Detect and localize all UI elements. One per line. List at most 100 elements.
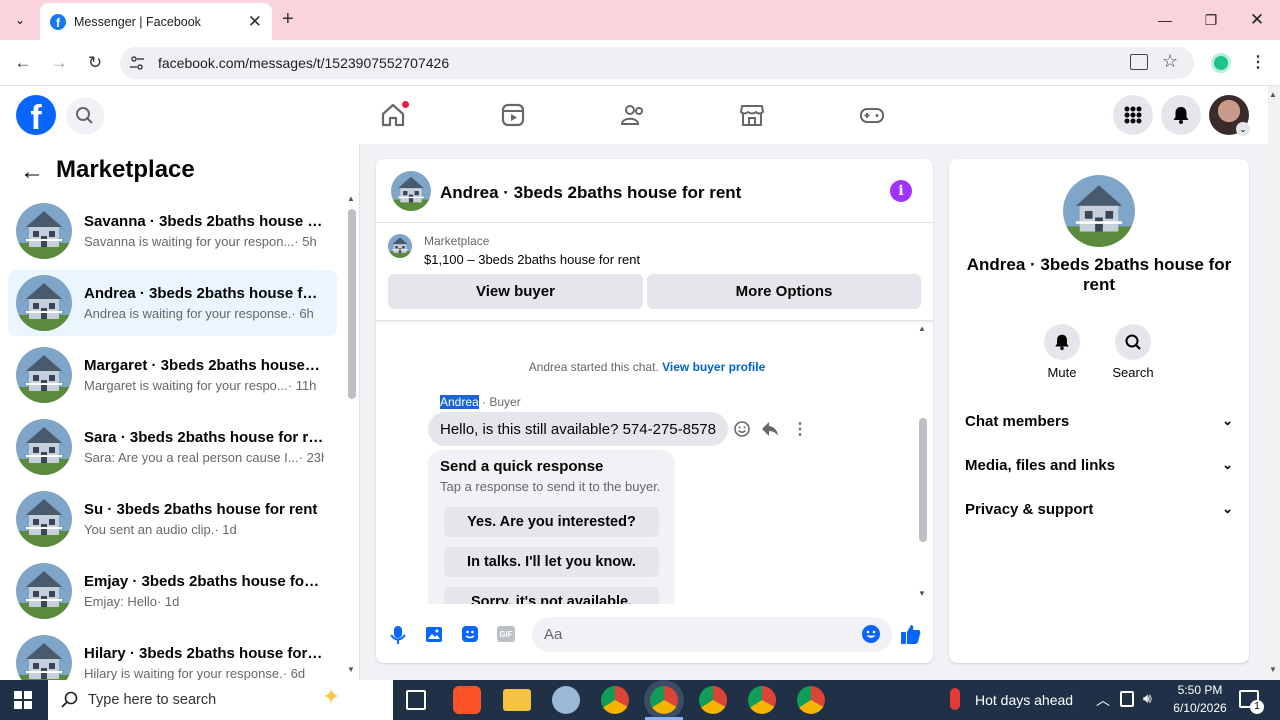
install-app-icon[interactable] [1130,54,1148,70]
quick-reply-button[interactable]: Yes. Are you interested? [444,507,659,537]
clock-date[interactable]: 6/10/2026 [1166,701,1234,715]
gaming-nav-icon[interactable] [857,100,887,130]
extension-icon[interactable] [1211,53,1231,73]
mute-button[interactable] [1044,324,1080,360]
chat-list-scrollbar[interactable] [348,209,356,399]
forward-icon[interactable]: → [47,51,71,75]
conversation-info-button[interactable]: i [890,180,912,202]
restore-icon[interactable]: ❐ [1199,8,1223,32]
notifications-button[interactable] [1161,95,1201,135]
account-chevron-icon[interactable]: ⌄ [1236,122,1250,136]
chrome-profile-icon[interactable] [748,686,776,714]
volume-icon[interactable]: 🔊︎ [1143,690,1152,707]
reply-icon[interactable] [760,419,780,439]
clock-time[interactable]: 5:50 PM [1172,683,1228,697]
chat-list-item[interactable]: Margaret · 3beds 2baths house f... Margar… [8,342,337,408]
minimize-icon[interactable]: — [1153,8,1177,32]
more-options-button[interactable]: More Options [647,274,921,309]
page-scrollbar[interactable] [1268,86,1280,680]
tray-chevron-icon[interactable]: ︿ [1096,690,1110,710]
sticker-icon[interactable] [460,624,480,644]
quick-reply-button[interactable]: In talks. I'll let you know. [444,547,659,577]
chat-text: Savanna · 3beds 2baths house f... Savanna… [84,213,324,249]
marketplace-nav-icon[interactable] [737,100,767,130]
chevron-down-icon: ⌄ [1222,501,1233,516]
video-nav-icon[interactable] [498,100,528,130]
chat-time: · 23h [298,450,324,465]
message-more-icon[interactable]: ⋮ [792,419,808,439]
tab-list-button[interactable]: ⌄ [8,10,32,30]
listing-thumbnail[interactable] [388,234,412,258]
weather-text[interactable]: Hot days ahead [975,692,1073,708]
network-icon[interactable] [1120,691,1134,707]
quick-response-title: Send a quick response [440,458,604,475]
new-tab-button[interactable]: + [282,8,294,31]
brave-browser-icon[interactable] [453,686,481,714]
media-files-section[interactable]: Media, files and links ⌄ [965,450,1233,480]
back-arrow-icon[interactable]: ← [20,158,44,186]
message-bubble[interactable]: Hello, is this still available? 574-275-… [428,412,728,446]
bookmark-star-icon[interactable]: ☆ [1162,51,1178,72]
view-buyer-button[interactable]: View buyer [388,274,643,309]
taskbar-search-placeholder: Type here to search [88,692,217,708]
message-input[interactable]: Aa [532,617,892,652]
back-icon[interactable]: ← [11,51,35,75]
section-label: Chat members [965,412,1070,430]
quick-reply-button[interactable]: Sorry, it's not available. [444,587,659,604]
friends-nav-icon[interactable] [618,100,648,130]
close-tab-icon[interactable]: ✕ [248,12,262,32]
message-scrollbar[interactable] [919,418,927,542]
react-icon[interactable] [732,419,752,439]
menu-grid-button[interactable] [1113,95,1153,135]
browser-menu-icon[interactable]: ⋮ [1250,52,1266,72]
chrome-active-icon[interactable] [650,686,678,714]
chat-preview: Hilary is waiting for your response. [84,666,283,681]
address-bar[interactable]: facebook.com/messages/t/1523907552707426 [120,47,1194,79]
info-avatar[interactable] [1063,175,1135,247]
file-explorer-icon[interactable] [503,689,531,711]
view-buyer-profile-link[interactable]: View buyer profile [662,360,765,374]
voice-clip-icon[interactable] [388,624,408,646]
reload-icon[interactable]: ↻ [83,51,107,75]
chat-avatar [16,419,72,475]
chat-list-item[interactable]: Andrea · 3beds 2baths house for... Andrea… [8,270,337,336]
chat-list-item[interactable]: Su · 3beds 2baths house for rent You sent… [8,486,337,552]
chat-text: Su · 3beds 2baths house for rent You sent… [84,501,324,537]
site-info-icon[interactable] [128,54,146,72]
page-scroll-down-icon[interactable]: ▼ [1269,665,1277,674]
paint-app-icon[interactable] [552,686,580,714]
windows-start-icon[interactable] [14,691,32,709]
facebook-favicon-icon: f [50,13,66,30]
message-scroll-up-icon[interactable]: ▲ [918,324,926,333]
chat-list-item[interactable]: Sara · 3beds 2baths house for rent Sara: … [8,414,337,480]
gif-icon[interactable]: GIF [497,626,515,642]
photo-attach-icon[interactable] [424,624,444,644]
conversation-title[interactable]: Andrea · 3beds 2baths house for rent [440,183,741,203]
chrome-profile-u-icon[interactable] [601,686,629,714]
message-scroll-down-icon[interactable]: ▼ [918,589,926,598]
chrome-profile-icon[interactable] [699,686,727,714]
chat-members-section[interactable]: Chat members ⌄ [965,406,1233,436]
chat-preview: Savanna is waiting for your respon... [84,234,295,249]
quick-response-subtitle: Tap a response to send it to the buyer. [440,479,661,494]
search-conversation-button[interactable] [1115,324,1151,360]
chrome-profile-icon[interactable] [797,686,825,714]
window-close-icon[interactable]: ✕ [1245,8,1269,32]
taskbar-search-box[interactable]: Type here to search [48,680,393,720]
chat-preview-line: Margaret is waiting for your respo...· 1… [84,378,324,393]
scroll-up-icon[interactable]: ▲ [347,194,355,203]
task-view-icon[interactable] [406,690,426,710]
page-scroll-up-icon[interactable]: ▲ [1269,90,1277,99]
privacy-support-section[interactable]: Privacy & support ⌄ [965,494,1233,524]
chat-list-item[interactable]: Savanna · 3beds 2baths house f... Savanna… [8,198,337,264]
like-thumb-icon[interactable] [899,622,923,646]
conversation-avatar[interactable] [391,171,431,211]
house-thumbnail-icon [1063,175,1135,247]
facebook-logo-icon[interactable]: f [16,95,56,135]
facebook-search-button[interactable] [66,97,104,135]
browser-tab[interactable]: f Messenger | Facebook ✕ [40,3,272,40]
emoji-icon[interactable] [861,624,881,644]
chat-list-item[interactable]: Emjay · 3beds 2baths house for ... Emjay:… [8,558,337,624]
scroll-down-icon[interactable]: ▼ [347,665,355,674]
home-notification-dot [402,101,409,108]
